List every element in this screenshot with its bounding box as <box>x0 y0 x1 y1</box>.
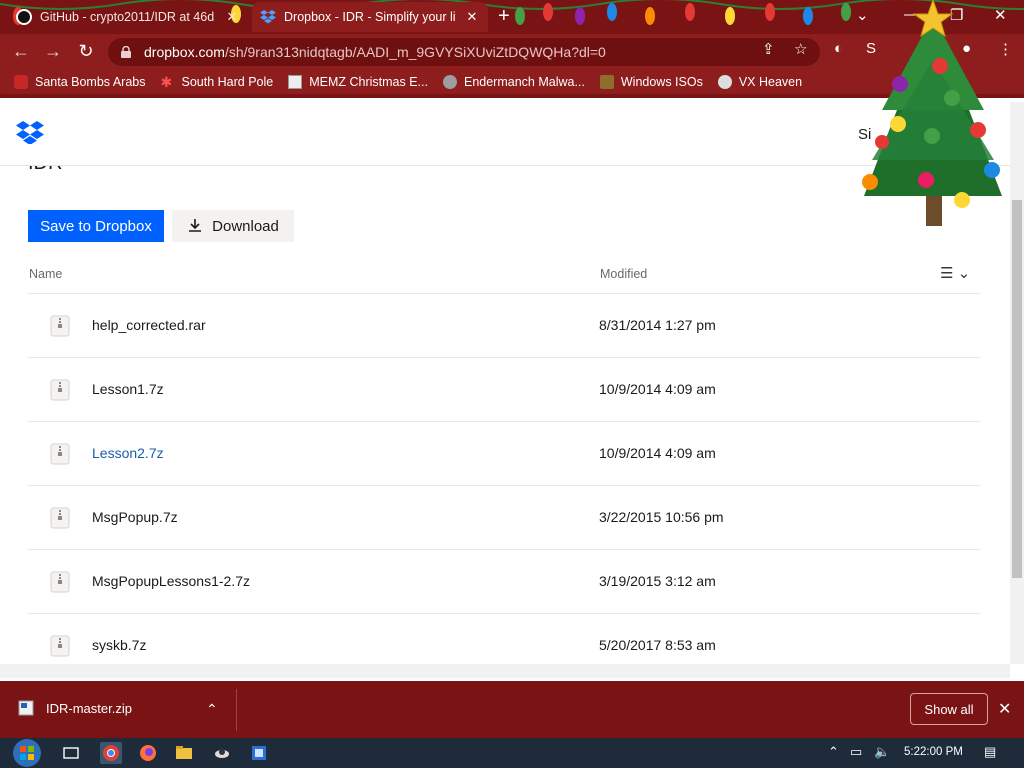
archive-file-icon <box>50 379 70 401</box>
divider <box>236 689 237 731</box>
file-explorer-icon[interactable] <box>173 742 195 764</box>
chrome-icon[interactable] <box>100 742 122 764</box>
archive-file-icon <box>50 507 70 529</box>
archive-file-icon <box>50 443 70 465</box>
column-modified-header[interactable]: Modified <box>600 267 647 281</box>
file-list-header: Name Modified ☰ ⌄ <box>28 262 980 294</box>
file-name-link[interactable]: MsgPopup.7z <box>92 509 178 525</box>
file-row[interactable]: Lesson2.7z 10/9/2014 4:09 am <box>28 422 980 486</box>
sleigh-icon <box>14 75 28 89</box>
file-name-link[interactable]: MsgPopupLessons1-2.7z <box>92 573 250 589</box>
idr-app-icon[interactable] <box>248 742 270 764</box>
bookmark-star-icon[interactable]: ☆ <box>794 40 807 58</box>
clock[interactable]: 5:22:00 PM <box>904 746 963 758</box>
file-modified-date: 3/19/2015 3:12 am <box>599 573 716 589</box>
scrollbar-thumb[interactable] <box>1012 200 1022 578</box>
downloads-bar: IDR-master.zip ⌃ Show all ✕ <box>0 681 1024 738</box>
show-hidden-icons-icon[interactable]: ⌃ <box>828 744 839 760</box>
share-icon[interactable]: ⇪ <box>762 40 775 58</box>
taskbar: ⌃ ▭ 🔈 5:22:00 PM ▤ <box>0 738 1024 768</box>
download-button[interactable]: Download <box>172 210 294 242</box>
file-modified-date: 8/31/2014 1:27 pm <box>599 317 716 333</box>
show-all-button[interactable]: Show all <box>910 693 988 725</box>
christmas-tree-decoration <box>862 0 1002 226</box>
download-options-chevron-icon[interactable]: ⌃ <box>206 701 218 718</box>
lock-icon <box>121 46 131 58</box>
archive-file-icon <box>50 571 70 593</box>
file-row[interactable]: MsgPopup.7z 3/22/2015 10:56 pm <box>28 486 980 550</box>
file-name-link[interactable]: syskb.7z <box>92 637 146 653</box>
raccoon-icon <box>442 75 457 89</box>
tab-github[interactable]: GitHub - crypto2011/IDR at 46d ✕ <box>8 2 248 32</box>
task-view-icon[interactable] <box>60 742 82 764</box>
bookmark-windows-isos[interactable]: Windows ISOs <box>599 75 703 89</box>
windows-iso-icon <box>599 75 614 89</box>
app-icon[interactable] <box>211 742 233 764</box>
save-to-dropbox-button[interactable]: Save to Dropbox <box>28 210 164 242</box>
firefox-icon[interactable] <box>137 742 159 764</box>
zip-file-icon <box>18 700 34 716</box>
archive-file-icon <box>50 315 70 337</box>
bookmark-santa-bombs-arabs[interactable]: Santa Bombs Arabs <box>14 75 145 89</box>
horizontal-scrollbar[interactable] <box>0 664 1010 678</box>
tab-title: GitHub - crypto2011/IDR at 46d <box>40 10 215 24</box>
bookmark-south-hard-pole[interactable]: ✱ South Hard Pole <box>160 75 273 89</box>
download-icon <box>189 219 202 232</box>
file-modified-date: 10/9/2014 4:09 am <box>599 445 716 461</box>
memz-icon <box>288 75 303 89</box>
address-bar[interactable]: dropbox.com/sh/9ran313nidqtagb/AADI_m_9G… <box>108 38 820 66</box>
bookmark-endermanch-malware[interactable]: Endermanch Malwa... <box>442 75 585 89</box>
forward-icon[interactable]: → <box>42 41 64 62</box>
file-row[interactable]: MsgPopupLessons1-2.7z 3/19/2015 3:12 am <box>28 550 980 614</box>
volume-icon[interactable]: 🔈 <box>874 744 890 760</box>
close-icon[interactable]: ✕ <box>464 9 480 25</box>
url-text: dropbox.com/sh/9ran313nidqtagb/AADI_m_9G… <box>144 44 606 60</box>
back-icon[interactable]: ← <box>10 41 32 62</box>
notifications-icon[interactable]: ▤ <box>984 744 996 760</box>
tab-title: Dropbox - IDR - Simplify your lif <box>284 10 456 24</box>
dropbox-icon <box>260 10 276 24</box>
vx-heaven-icon <box>717 75 732 89</box>
dropbox-logo-icon[interactable] <box>16 120 44 144</box>
file-name-link[interactable]: help_corrected.rar <box>92 317 206 333</box>
new-tab-button[interactable]: + <box>498 6 510 26</box>
file-row[interactable]: Lesson1.7z 10/9/2014 4:09 am <box>28 358 980 422</box>
bookmark-vx-heaven[interactable]: VX Heaven <box>717 75 802 89</box>
close-icon[interactable]: ✕ <box>224 9 240 25</box>
file-modified-date: 3/22/2015 10:56 pm <box>599 509 724 525</box>
reload-icon[interactable]: ↻ <box>75 41 97 62</box>
close-downloads-icon[interactable]: ✕ <box>998 699 1011 719</box>
column-name-header[interactable]: Name <box>29 267 62 281</box>
download-item[interactable]: IDR-master.zip <box>18 700 132 716</box>
file-modified-date: 5/20/2017 8:53 am <box>599 637 716 653</box>
tab-dropbox[interactable]: Dropbox - IDR - Simplify your lif ✕ <box>252 2 488 32</box>
archive-file-icon <box>50 635 70 657</box>
file-row[interactable]: help_corrected.rar 8/31/2014 1:27 pm <box>28 294 980 358</box>
file-modified-date: 10/9/2014 4:09 am <box>599 381 716 397</box>
network-icon[interactable]: ▭ <box>850 744 862 760</box>
file-name-link[interactable]: Lesson2.7z <box>92 445 164 461</box>
github-icon <box>16 9 32 25</box>
file-name-link[interactable]: Lesson1.7z <box>92 381 164 397</box>
list-view-toggle-icon[interactable]: ☰ ⌄ <box>940 264 970 282</box>
start-button-icon[interactable] <box>10 738 44 768</box>
bookmark-memz-christmas[interactable]: MEMZ Christmas E... <box>288 75 428 89</box>
snowflake-icon: ✱ <box>160 74 173 90</box>
